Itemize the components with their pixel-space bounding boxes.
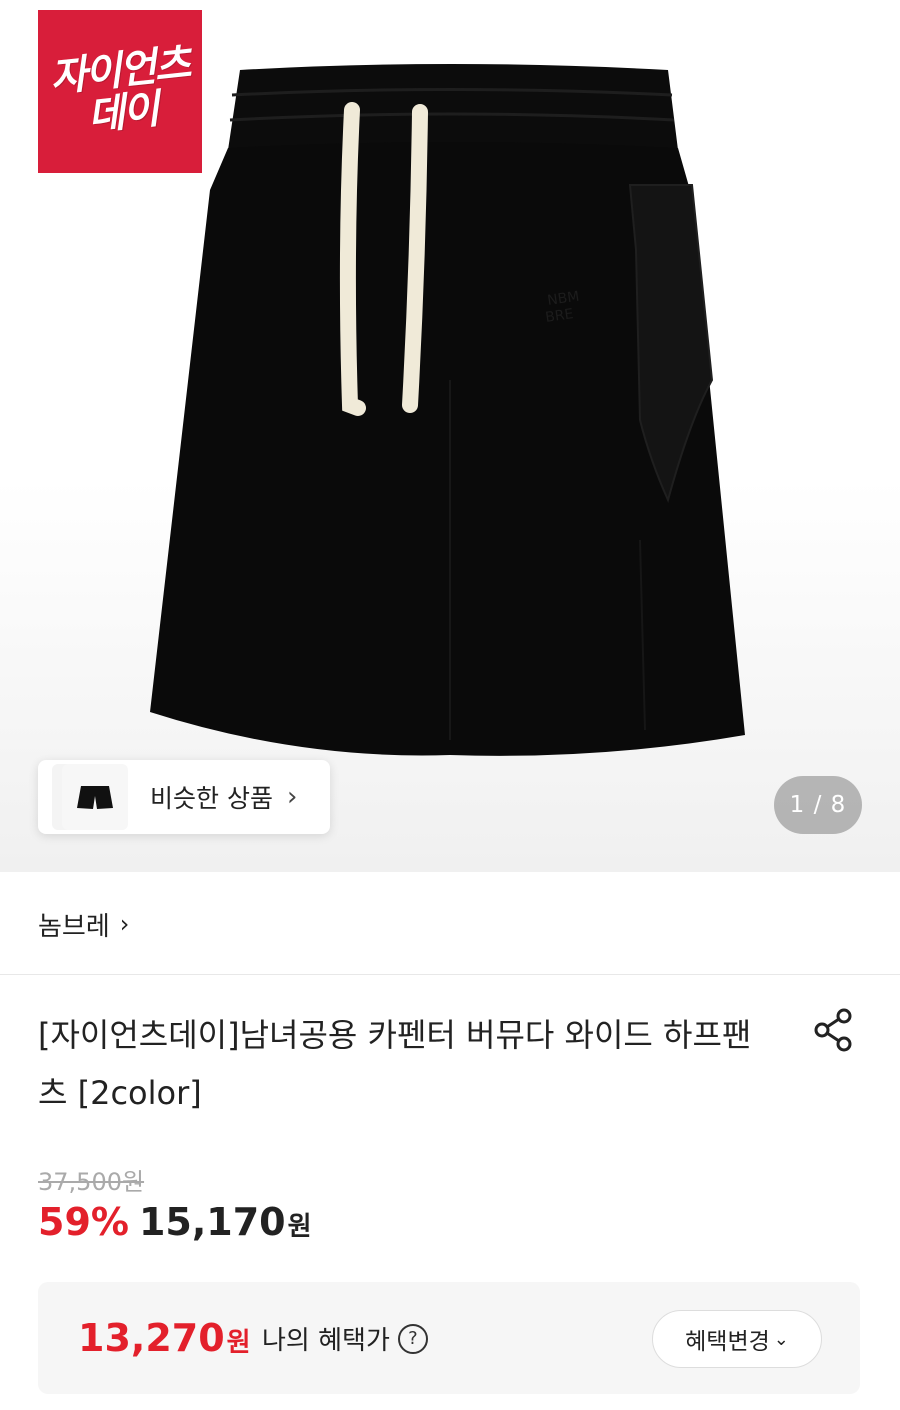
brand-name: 놈브레 — [38, 911, 110, 942]
shorts-thumbnail-icon — [77, 786, 113, 809]
sale-price-currency: 원 — [287, 1212, 312, 1242]
brand-logo: 자이언츠 데이 — [38, 10, 202, 173]
discount-rate: 59% — [38, 1200, 129, 1244]
share-button[interactable] — [810, 1006, 858, 1054]
help-icon[interactable]: ? — [397, 1323, 428, 1354]
divider — [0, 974, 900, 975]
chevron-right-icon: › — [286, 782, 298, 812]
sale-price: 15,170 — [138, 1200, 286, 1244]
chevron-down-icon: ⌄ — [773, 1328, 789, 1350]
image-pager: 1 / 8 — [774, 776, 862, 834]
similar-products-label: 비슷한 상품 — [150, 784, 273, 813]
benefit-label-row: 나의 혜택가 ? — [262, 1320, 428, 1357]
brand-link[interactable]: 놈브레 › — [38, 902, 129, 946]
similar-thumbnail-front — [62, 764, 128, 830]
original-price: 37,500원 — [38, 1168, 145, 1196]
chevron-right-icon: › — [119, 910, 130, 938]
benefit-price-currency: 원 — [226, 1328, 251, 1358]
product-image-area[interactable]: NBM BRE 자이언츠 데이 비슷한 상품 › 1 / 8 — [0, 0, 900, 872]
benefit-price-box: 13,270 원 나의 혜택가 ? 혜택변경 ⌄ — [38, 1282, 860, 1394]
benefit-price: 13,270 원 — [78, 1316, 251, 1360]
change-benefit-label: 혜택변경 — [685, 1329, 770, 1355]
benefit-price-value: 13,270 — [78, 1316, 225, 1360]
similar-products-thumbnails — [38, 760, 130, 834]
similar-products-button[interactable]: 비슷한 상품 › — [38, 760, 330, 834]
brand-logo-line2: 데이 — [85, 85, 161, 140]
benefit-label: 나의 혜택가 — [262, 1326, 390, 1356]
price-row: 59% 15,170 원 — [38, 1200, 312, 1252]
change-benefit-button[interactable]: 혜택변경 ⌄ — [652, 1310, 822, 1368]
product-title: [자이언츠데이]남녀공용 카펜터 버뮤다 와이드 하프팬츠 [2color] — [38, 1016, 752, 1112]
share-icon — [814, 1008, 852, 1052]
